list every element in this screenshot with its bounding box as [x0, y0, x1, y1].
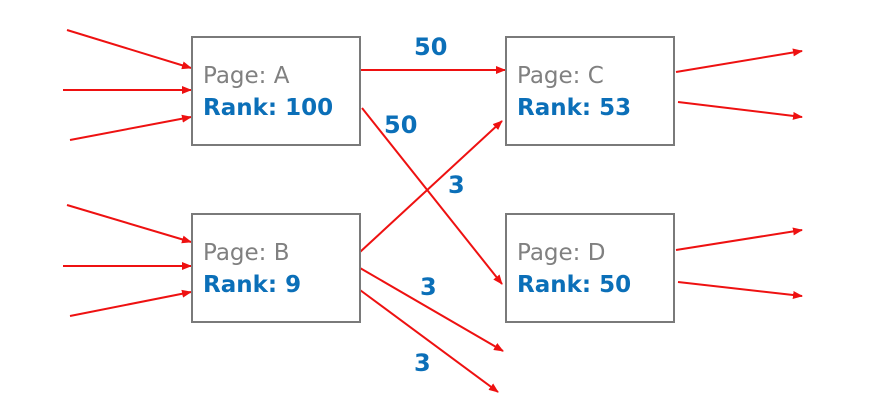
node-box-c [505, 36, 675, 146]
outgoing-arrow-c-2 [677, 101, 803, 120]
node-box-d [505, 213, 675, 323]
node-box-b [191, 213, 361, 323]
node-page-d: Page: D Rank: 50 [505, 213, 675, 323]
pagerank-diagram: Page: A Rank: 100 Page: B Rank: 9 Page: … [63, 29, 803, 393]
node-title-d: Page: D [517, 240, 605, 266]
node-title-a: Page: A [203, 63, 290, 89]
node-rank-b: Rank: 9 [203, 272, 301, 298]
incoming-arrow-a-3 [69, 114, 192, 141]
node-box-a [191, 36, 361, 146]
edge-a-to-d [361, 107, 503, 285]
incoming-arrow-b-3 [69, 289, 192, 317]
edge-label-b-to-c: 3 [448, 171, 465, 199]
edge-label-a-to-d: 50 [384, 111, 417, 139]
outgoing-arrow-d-1 [675, 227, 803, 251]
edge-label-b-out-1: 3 [420, 273, 437, 301]
node-rank-d: Rank: 50 [517, 272, 631, 298]
outgoing-arrow-d-2 [677, 281, 803, 299]
node-rank-a: Rank: 100 [203, 95, 333, 121]
incoming-arrow-a-1 [66, 29, 192, 70]
outgoing-arrow-c-1 [675, 48, 803, 73]
edge-b-to-c [359, 120, 503, 253]
node-title-c: Page: C [517, 63, 604, 89]
node-page-c: Page: C Rank: 53 [505, 36, 675, 146]
incoming-arrow-b-1 [66, 204, 192, 244]
node-rank-c: Rank: 53 [517, 95, 631, 121]
node-page-a: Page: A Rank: 100 [191, 36, 361, 146]
edge-label-a-to-c: 50 [414, 33, 447, 61]
edge-label-b-out-2: 3 [414, 349, 431, 377]
node-title-b: Page: B [203, 240, 290, 266]
node-page-b: Page: B Rank: 9 [191, 213, 361, 323]
